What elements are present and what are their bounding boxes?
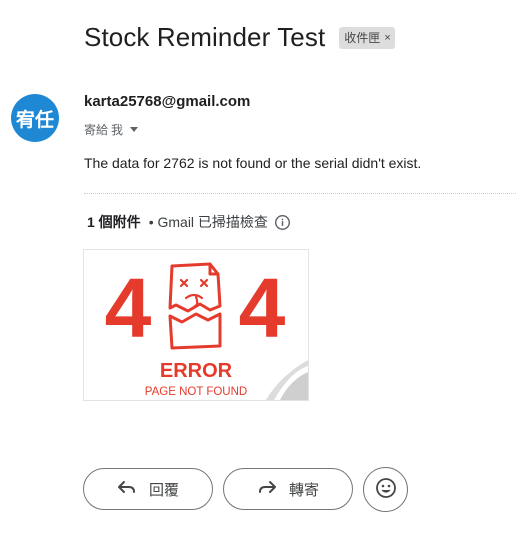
emoji-reaction-button[interactable]	[363, 467, 408, 512]
error-subtitle: PAGE NOT FOUND	[145, 386, 247, 398]
smiley-icon	[375, 477, 397, 503]
reply-label: 回覆	[148, 481, 179, 499]
sender-email[interactable]: karta25768@gmail.com	[84, 93, 250, 110]
sender-avatar[interactable]: 宥任	[11, 94, 59, 142]
recipient-details-dropdown-icon[interactable]	[130, 127, 139, 132]
remove-label-icon[interactable]: ×	[384, 29, 390, 47]
recipient-name: 我	[111, 123, 124, 137]
scan-status: • Gmail 已掃描檢查	[148, 214, 268, 230]
attachments-header: 1 個附件 • Gmail 已掃描檢查	[87, 212, 291, 232]
inbox-label-text: 收件匣	[344, 30, 381, 45]
inbox-label-chip[interactable]: 收件匣 ×	[339, 26, 395, 49]
error-digit-left: 4	[105, 261, 152, 355]
error-title: ERROR	[160, 360, 233, 382]
reply-arrow-icon	[117, 479, 137, 499]
torn-page-icon	[168, 262, 222, 350]
recipient-line: 寄給 我	[84, 121, 139, 138]
attachments-divider	[84, 193, 516, 194]
subject-row: Stock Reminder Test 收件匣 ×	[84, 22, 395, 53]
email-subject: Stock Reminder Test	[84, 22, 326, 52]
reply-button[interactable]: 回覆	[83, 468, 213, 510]
page-curl-corner	[266, 360, 308, 400]
attachment-count: 1 個附件	[87, 214, 141, 230]
forward-arrow-icon	[257, 479, 277, 499]
attachment-thumbnail[interactable]: 4 4 ERROR PAGE NOT FOUND	[83, 249, 309, 401]
email-body: The data for 2762 is not found or the se…	[84, 155, 422, 171]
error-digit-right: 4	[239, 261, 286, 355]
forward-button[interactable]: 轉寄	[223, 468, 353, 510]
info-icon[interactable]	[274, 214, 291, 231]
forward-label: 轉寄	[288, 481, 319, 499]
recipient-prefix: 寄給	[84, 123, 109, 137]
